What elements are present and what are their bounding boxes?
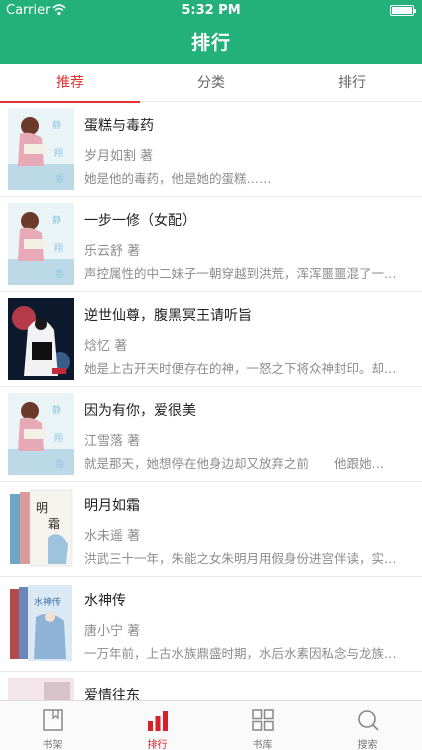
- book-author: 水未遥 著: [84, 529, 141, 544]
- grid-icon: [252, 709, 274, 731]
- tab-recommend[interactable]: 推荐: [0, 64, 140, 103]
- book-title: 逆世仙尊，腹黑冥王请听旨: [84, 308, 252, 324]
- book-title: 一步一修（女配）: [84, 213, 196, 229]
- svg-text:霜: 霜: [48, 517, 60, 531]
- tabbar-search[interactable]: 搜索: [315, 701, 420, 750]
- book-cover: 明 霜: [8, 488, 74, 570]
- list-item[interactable]: 静 翔 香 一步一修（女配） 乐云舒 著 声控属性的中二妹子一朝穿越到洪荒，浑浑…: [0, 197, 422, 292]
- status-bar: Carrier 5:32 PM: [0, 0, 422, 22]
- book-description: 她是上古开天时便存在的神，一怒之下将众神封印。却…: [84, 361, 397, 376]
- svg-text:翔: 翔: [54, 147, 63, 159]
- book-cover: [8, 298, 74, 380]
- book-cover: 水神传: [8, 583, 74, 665]
- svg-text:香: 香: [55, 174, 64, 185]
- list-item[interactable]: 爱情往东: [0, 672, 422, 700]
- book-author: 岁月如割 著: [84, 149, 154, 164]
- svg-text:翔: 翔: [54, 432, 63, 444]
- book-author: 乐云舒 著: [84, 244, 141, 259]
- book-description: 就是那天，她想停在他身边却又放弃之前 他跟她…: [84, 456, 385, 471]
- book-title: 因为有你，爱很美: [84, 403, 196, 419]
- svg-text:水神传: 水神传: [34, 596, 61, 608]
- book-title: 水神传: [84, 593, 126, 609]
- book-description: 一万年前，上古水族鼎盛时期，水后水素因私念与龙族…: [84, 646, 397, 661]
- svg-text:明: 明: [36, 501, 48, 515]
- book-author: 江雪落 著: [84, 434, 141, 449]
- tabbar-label: 书架: [42, 740, 63, 750]
- search-icon: [358, 710, 379, 731]
- segment-tabs: 推荐 分类 排行: [0, 64, 422, 103]
- book-description: 洪武三十一年，朱能之女朱明月用假身份进宫伴读，实…: [84, 551, 397, 566]
- book-cover: 静 翔 香: [8, 393, 74, 475]
- tabbar-ranking[interactable]: 排行: [105, 701, 210, 750]
- book-title: 蛋糕与毒药: [84, 118, 154, 134]
- svg-text:香: 香: [55, 269, 64, 280]
- list-item[interactable]: 逆世仙尊，腹黑冥王请听旨 焓忆 著 她是上古开天时便存在的神，一怒之下将众神封印…: [0, 292, 422, 387]
- book-author: 唐小宁 著: [84, 624, 141, 639]
- book-icon: [43, 709, 63, 731]
- book-description: 她是他的毒药，他是她的蛋糕……: [84, 171, 272, 186]
- book-author: 焓忆 著: [84, 339, 128, 354]
- nav-header: Carrier 5:32 PM 排行: [0, 0, 422, 64]
- tabbar-bookshelf[interactable]: 书架: [0, 701, 105, 750]
- book-cover: 静 翔 香: [8, 203, 74, 285]
- book-cover: 静 翔 香: [8, 108, 74, 190]
- book-description: 声控属性的中二妹子一朝穿越到洪荒，浑浑噩噩混了一…: [84, 266, 397, 281]
- book-cover: [8, 678, 74, 700]
- bar-chart-icon: [148, 711, 168, 731]
- tabbar-library[interactable]: 书库: [210, 701, 315, 750]
- book-title: 爱情往东: [84, 688, 140, 700]
- svg-text:静: 静: [52, 404, 61, 416]
- list-item[interactable]: 静 翔 香 蛋糕与毒药 岁月如割 著 她是他的毒药，他是她的蛋糕……: [0, 102, 422, 197]
- page-title: 排行: [190, 32, 231, 54]
- svg-text:静: 静: [52, 214, 61, 226]
- tabbar-label: 搜索: [357, 740, 378, 750]
- svg-text:静: 静: [52, 119, 61, 131]
- battery-icon: [390, 5, 416, 16]
- status-time: 5:32 PM: [181, 3, 241, 18]
- list-item[interactable]: 水神传 水神传 唐小宁 著 一万年前，上古水族鼎盛时期，水后水素因私念与龙族…: [0, 577, 422, 672]
- book-list: 静 翔 香 蛋糕与毒药 岁月如割 著 她是他的毒药，他是她的蛋糕…… 静 翔 香…: [0, 102, 422, 700]
- list-item[interactable]: 静 翔 香 因为有你，爱很美 江雪落 著 就是那天，她想停在他身边却又放弃之前 …: [0, 387, 422, 482]
- list-item[interactable]: 明 霜 明月如霜 水未遥 著 洪武三十一年，朱能之女朱明月用假身份进宫伴读，实…: [0, 482, 422, 577]
- tabbar-label: 排行: [147, 740, 168, 750]
- book-title: 明月如霜: [84, 498, 140, 514]
- svg-text:翔: 翔: [54, 242, 63, 254]
- tabbar-label: 书库: [252, 740, 273, 750]
- tab-category[interactable]: 分类: [141, 64, 281, 102]
- tab-bar: 书架 排行 书库 搜索: [0, 700, 422, 750]
- tab-ranking[interactable]: 排行: [282, 64, 422, 102]
- svg-text:香: 香: [55, 459, 64, 470]
